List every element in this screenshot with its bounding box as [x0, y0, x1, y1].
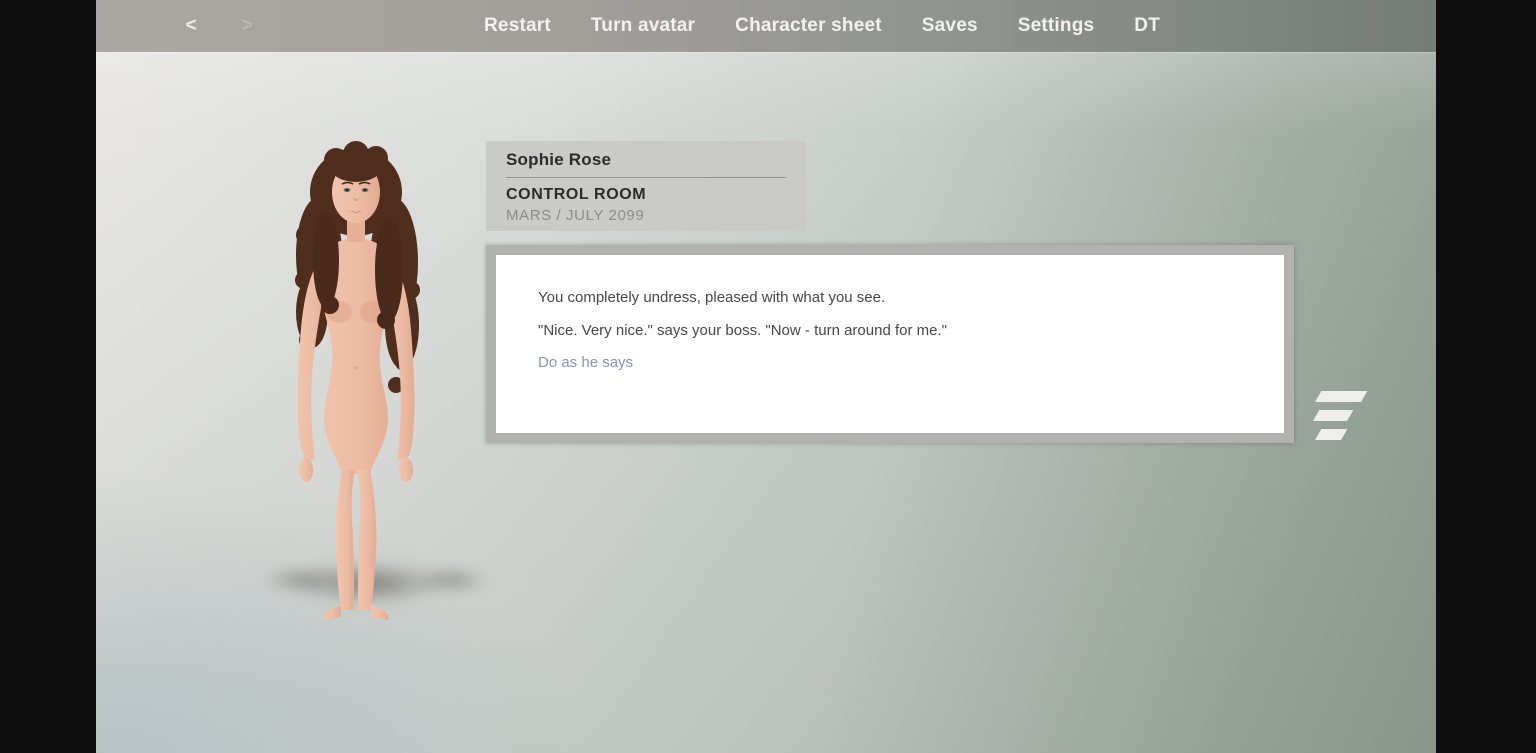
panel-divider	[506, 177, 786, 178]
nav-item-restart[interactable]: Restart	[484, 15, 551, 37]
choice-link[interactable]: Do as he says	[538, 354, 633, 371]
datetime-label: MARS / JULY 2099	[506, 207, 786, 224]
text-lines-icon	[1315, 391, 1365, 436]
nav-item-dt[interactable]: DT	[1134, 15, 1160, 37]
avatar-legs	[324, 470, 389, 620]
text-lines-icon-bar	[1315, 429, 1347, 440]
nav-menu: Restart Turn avatar Character sheet Save…	[484, 0, 1160, 52]
story-paragraph: You completely undress, pleased with wha…	[538, 288, 1242, 307]
history-forward-icon[interactable]: >	[232, 0, 262, 52]
story-paragraph: "Nice. Very nice." says your boss. "Now …	[538, 321, 1242, 340]
story-passage: You completely undress, pleased with wha…	[496, 255, 1284, 433]
text-lines-icon-bar	[1315, 391, 1367, 402]
top-navbar: < > Restart Turn avatar Character sheet …	[96, 0, 1436, 52]
game-viewport: < > Restart Turn avatar Character sheet …	[96, 0, 1436, 753]
text-lines-icon-bar	[1313, 410, 1353, 421]
character-name: Sophie Rose	[506, 150, 786, 170]
player-avatar	[246, 140, 466, 625]
nav-item-saves[interactable]: Saves	[922, 15, 978, 37]
history-back-icon[interactable]: <	[176, 0, 206, 52]
location-label: CONTROL ROOM	[506, 186, 786, 204]
nav-item-settings[interactable]: Settings	[1018, 15, 1095, 37]
nav-item-turn-avatar[interactable]: Turn avatar	[591, 15, 695, 37]
character-info-panel: Sophie Rose CONTROL ROOM MARS / JULY 209…	[486, 141, 806, 231]
nav-item-character-sheet[interactable]: Character sheet	[735, 15, 882, 37]
story-frame: You completely undress, pleased with wha…	[486, 245, 1294, 443]
